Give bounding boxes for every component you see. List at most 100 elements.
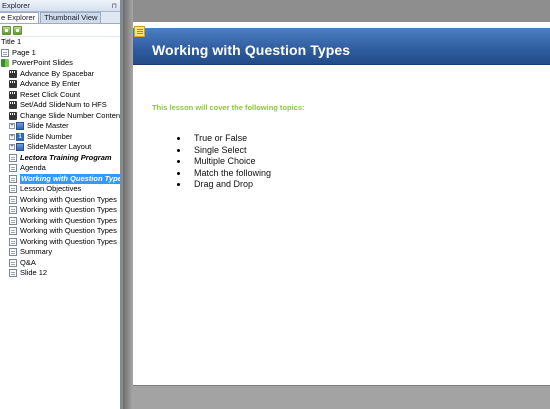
pin-icon[interactable]: ⊓ — [112, 2, 117, 10]
tree-item[interactable]: Working with Question Types — [0, 205, 120, 216]
tree-item-label: Slide Number — [27, 131, 73, 141]
tree-item[interactable]: Lesson Objectives — [0, 184, 120, 195]
tree-item[interactable]: Q&A — [0, 258, 120, 269]
topic-label: Drag and Drop — [194, 179, 254, 189]
slide-master-icon — [16, 143, 24, 152]
action-icon — [9, 80, 17, 89]
tree-item-label: Working with Question Types — [20, 215, 117, 225]
tree-item[interactable]: +1 Slide Number — [0, 132, 120, 143]
tree-item[interactable]: Reset Click Count — [0, 90, 120, 101]
page-icon — [9, 195, 17, 204]
slide-stage: Working with Question Types This lesson … — [123, 0, 550, 409]
stage-edge — [123, 0, 133, 409]
tree-item[interactable]: + Slide Master — [0, 121, 120, 132]
panel-title-bar: Explorer ⊓ — [0, 0, 120, 12]
tree-item[interactable]: Title 1 — [0, 37, 120, 48]
tree-item-label: Working with Question Types — [20, 236, 117, 246]
panel-toolbar — [0, 24, 120, 37]
tree-item-label: SlideMaster Layout — [27, 142, 92, 151]
action-icon — [9, 101, 17, 110]
topic-item: Single Select — [177, 145, 271, 157]
action-icon — [9, 90, 17, 99]
tree-item[interactable]: Page 1 — [0, 48, 120, 59]
topic-item: Drag and Drop — [177, 179, 271, 191]
tree-item-label: Slide Master — [27, 121, 69, 130]
bullet-icon — [177, 137, 180, 141]
tree-item[interactable]: PowerPoint Slides — [0, 58, 120, 69]
page-icon — [9, 206, 17, 215]
topic-item: Match the following — [177, 168, 271, 180]
tab-explorer[interactable]: e Explorer — [0, 12, 40, 23]
expand-all-icon[interactable] — [2, 25, 11, 35]
tree-item-label: Lectora Training Program — [20, 152, 112, 162]
tree-item[interactable]: + SlideMaster Layout — [0, 142, 120, 153]
tree-item-label: Working with Question Types — [20, 173, 120, 184]
expand-toggle-icon[interactable]: + — [9, 123, 15, 130]
stage-bottom-bar — [133, 385, 550, 409]
page-icon — [9, 248, 17, 257]
powerpoint-icon — [1, 59, 9, 68]
slide-intro-text: This lesson will cover the following top… — [152, 103, 305, 112]
topic-item: Multiple Choice — [177, 156, 271, 168]
page-icon — [9, 185, 17, 194]
page-icon — [9, 237, 17, 246]
tree-item-label: Slide 12 — [20, 268, 48, 277]
topic-label: Multiple Choice — [194, 156, 256, 166]
tree-item[interactable]: Working with Question Types — [0, 173, 120, 184]
tree-item-label: Lesson Objectives — [20, 184, 82, 193]
expand-toggle-icon[interactable]: + — [9, 144, 15, 151]
tree-item[interactable]: Working with Question Types — [0, 226, 120, 237]
tree-item[interactable]: Change Slide Number Contents — [0, 111, 120, 122]
tree-item[interactable]: Advance By Spacebar — [0, 69, 120, 80]
tree-item-label: Working with Question Types — [20, 205, 117, 214]
tree-item-label: Change Slide Number Contents — [20, 110, 120, 120]
tree-item[interactable]: Advance By Enter — [0, 79, 120, 90]
slide-master-icon — [16, 122, 24, 131]
page-icon — [9, 174, 17, 183]
tree-item-label: Title 1 — [1, 37, 22, 46]
tree-item[interactable]: Working with Question Types — [0, 237, 120, 248]
tree-item-label: Working with Question Types — [20, 226, 117, 235]
page-icon — [9, 258, 17, 267]
page-icon — [9, 164, 17, 173]
tree-item-label: Advance By Spacebar — [20, 68, 95, 78]
tree-item[interactable]: Slide 12 — [0, 268, 120, 279]
slide-number-icon: 1 — [16, 132, 24, 141]
title-tree: Title 1 Page 1 PowerPoint Slides Advance By… — [0, 37, 120, 279]
slide-canvas[interactable]: Working with Question Types This lesson … — [133, 22, 550, 385]
tab-thumbnail-view[interactable]: Thumbnail View — [40, 12, 102, 23]
topic-label: True or False — [194, 133, 248, 143]
action-icon — [9, 111, 17, 120]
page-icon — [9, 216, 17, 225]
panel-tabs: e Explorer Thumbnail View — [0, 12, 120, 24]
note-icon[interactable] — [134, 26, 145, 37]
page-icon — [9, 269, 17, 278]
tree-item[interactable]: Working with Question Types — [0, 216, 120, 227]
tree-item[interactable]: Set/Add SlideNum to HFS — [0, 100, 120, 111]
slide-header-banner: Working with Question Types — [133, 28, 550, 65]
tree-item-label: PowerPoint Slides — [12, 58, 73, 67]
collapse-all-icon[interactable] — [13, 25, 22, 35]
tree-item[interactable]: Lectora Training Program — [0, 153, 120, 164]
explorer-panel: Explorer ⊓ e Explorer Thumbnail View Tit… — [0, 0, 121, 409]
tree-item-label: Agenda — [20, 163, 46, 172]
tree-item-label: Working with Question Types — [20, 194, 117, 204]
tree-item-label: Q&A — [20, 257, 36, 267]
tree-item-label: Page 1 — [12, 47, 36, 57]
bullet-icon — [177, 183, 180, 187]
panel-title: Explorer — [2, 1, 30, 10]
page-icon — [9, 153, 17, 162]
bullet-icon — [177, 148, 180, 152]
tree-item[interactable]: Summary — [0, 247, 120, 258]
tree-item-label: Reset Click Count — [20, 89, 81, 99]
topic-label: Single Select — [194, 144, 247, 155]
bullet-icon — [177, 171, 180, 175]
topic-list: True or False Single Select Multiple Cho… — [177, 133, 271, 191]
tree-item[interactable]: Agenda — [0, 163, 120, 174]
tree-item[interactable]: Working with Question Types — [0, 195, 120, 206]
expand-toggle-icon[interactable]: + — [9, 133, 15, 140]
tree-item-label: Set/Add SlideNum to HFS — [20, 100, 107, 109]
bullet-icon — [177, 160, 180, 164]
page-icon — [9, 227, 17, 236]
topic-item: True or False — [177, 133, 271, 145]
